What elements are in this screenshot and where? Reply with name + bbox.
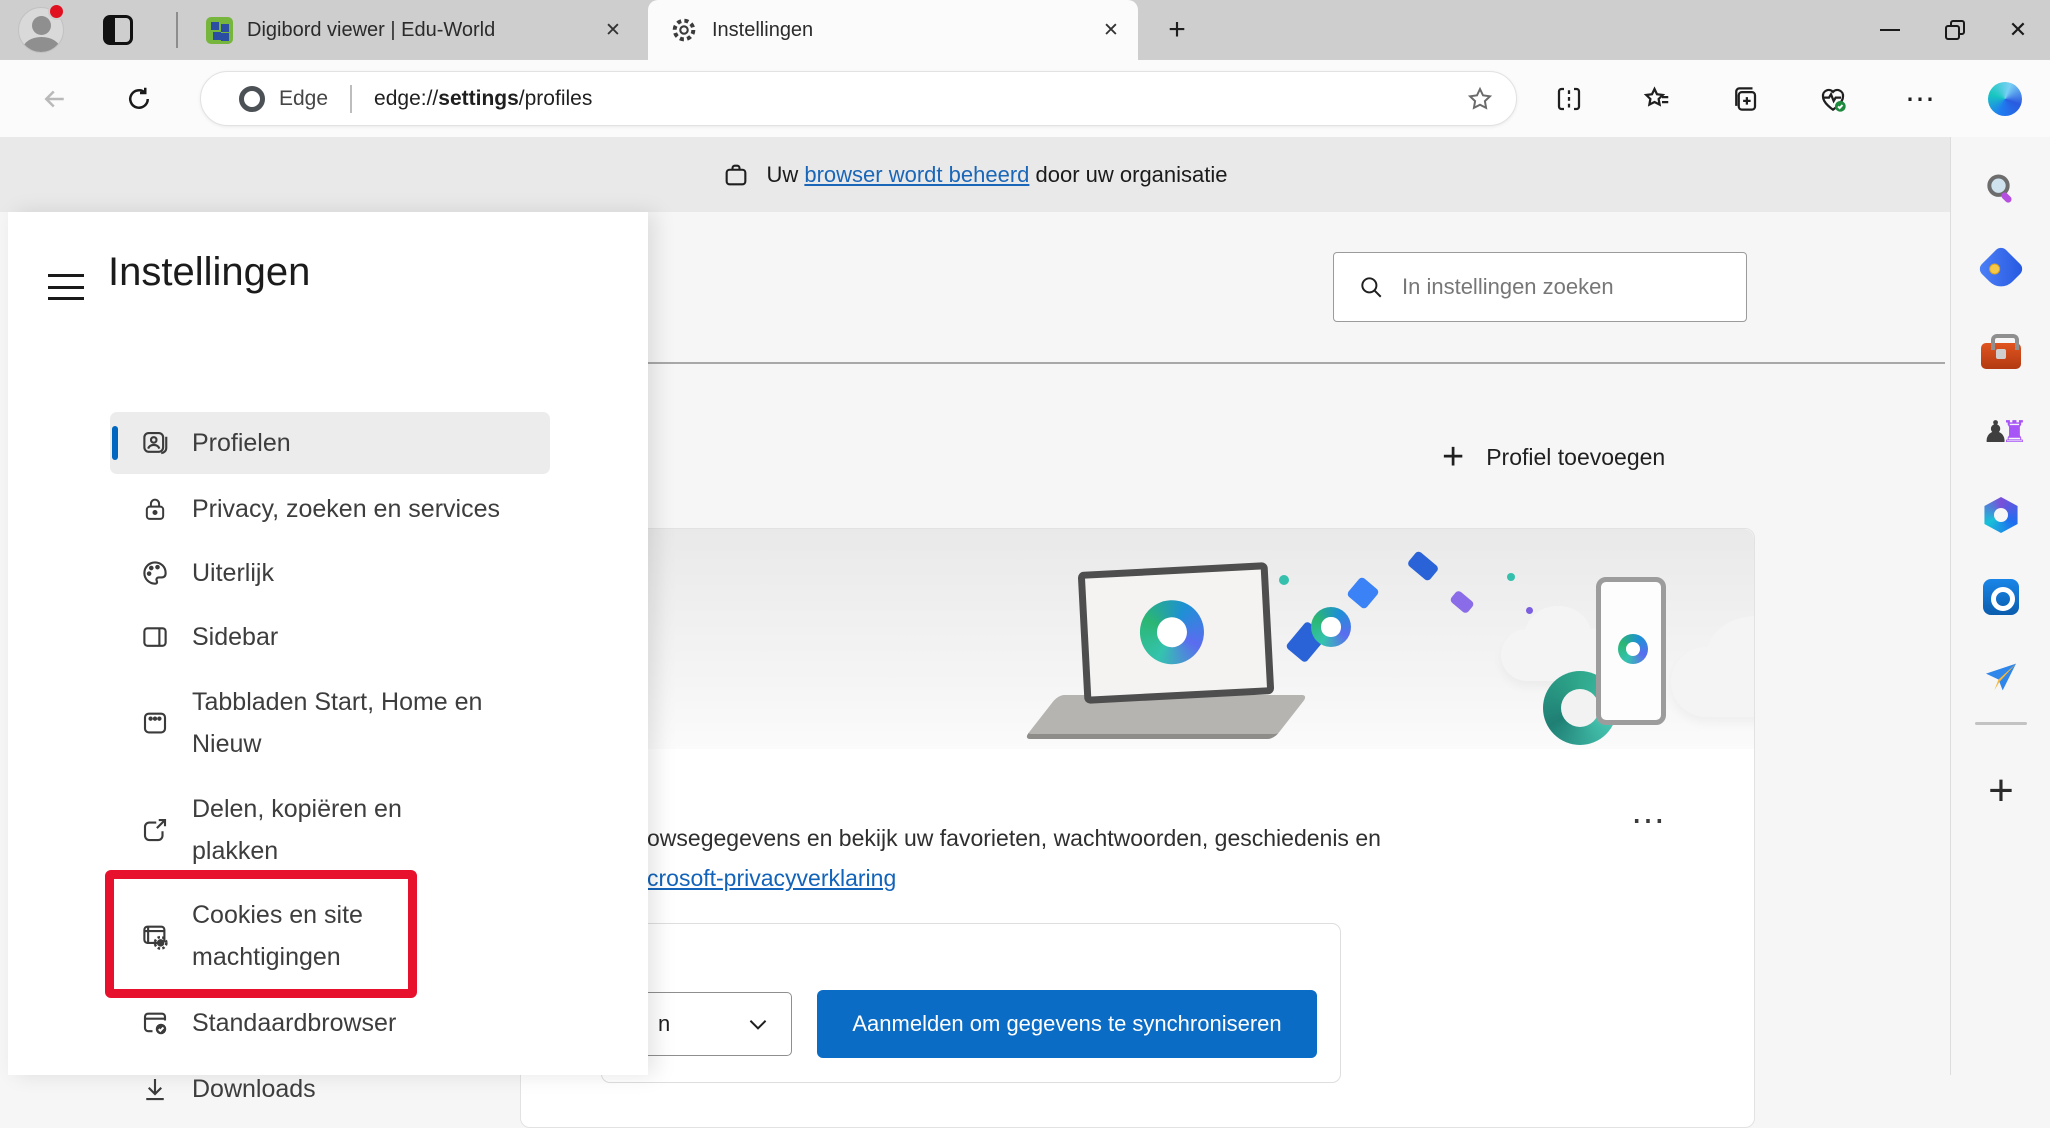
add-profile-label: Profiel toevoegen [1486, 444, 1665, 471]
sidebar-item-privacy[interactable]: Privacy, zoeken en services [110, 478, 550, 540]
privacy-statement-link[interactable]: crosoft-privacyverklaring [647, 865, 896, 892]
managed-banner: Uw browser wordt beheerd door uw organis… [0, 137, 1950, 212]
shopping-icon[interactable] [1977, 245, 2025, 293]
address-bar[interactable]: Edge edge://settings/profiles [200, 71, 1517, 126]
sync-data-graphic [1507, 573, 1515, 581]
toolbox-icon[interactable] [1977, 327, 2025, 375]
search-input[interactable] [1402, 274, 1746, 300]
refresh-icon[interactable] [122, 82, 156, 116]
tab-title: Instellingen [712, 19, 1096, 42]
share-icon [138, 813, 172, 847]
dropdown-value: n [658, 1011, 670, 1037]
briefcase-icon [722, 161, 750, 189]
browser-essentials-icon[interactable] [1816, 82, 1850, 116]
cloud-graphic [1671, 647, 1754, 717]
sidebar-item-cookies[interactable]: Cookies en site machtigingen [110, 884, 550, 988]
laptop-graphic [1024, 695, 1308, 739]
settings-drawer: Instellingen Profielen Privacy, zoeken e… [8, 212, 648, 1075]
tab-instellingen[interactable]: Instellingen ✕ [648, 0, 1138, 60]
lock-icon [138, 492, 172, 526]
games-icon[interactable]: ♟♜ [1977, 409, 2025, 457]
search-icon [1358, 274, 1384, 300]
edge-sidebar: ♟♜ + [1950, 137, 2050, 1075]
window-controls: ✕ [1858, 0, 2050, 60]
close-tab-icon[interactable]: ✕ [598, 15, 628, 45]
copilot-icon[interactable] [1988, 82, 2022, 116]
signin-sync-button[interactable]: Aanmelden om gegevens te synchroniseren [817, 990, 1317, 1058]
downloads-icon [138, 1072, 172, 1106]
tab-title: Digibord viewer | Edu-World [247, 19, 598, 42]
profile-dropdown[interactable]: n [632, 992, 792, 1056]
sync-data-graphic [1346, 576, 1380, 610]
edge-logo-icon [239, 86, 265, 112]
drop-icon[interactable] [1977, 653, 2025, 701]
site-label: Edge [279, 87, 328, 111]
profile-card: ⋯ owsegegevens en bekijk uw favorieten, … [520, 528, 1755, 1128]
profiles-icon [138, 426, 172, 460]
eduworld-favicon [206, 17, 233, 44]
chevron-down-icon [745, 1011, 771, 1037]
sync-data-graphic [1449, 590, 1475, 615]
address-divider [350, 85, 352, 113]
sync-panel: n Aanmelden om gegevens te synchronisere… [601, 923, 1341, 1083]
palette-icon [138, 556, 172, 590]
add-profile-button[interactable]: + Profiel toevoegen [1442, 432, 1665, 482]
laptop-screen-graphic [1078, 562, 1275, 704]
sidebar-item-standaardbrowser[interactable]: Standaardbrowser [110, 992, 550, 1054]
favorite-star-icon[interactable] [1466, 85, 1494, 113]
browser-window: Digibord viewer | Edu-World ✕ Instelling… [0, 0, 2050, 1075]
sidebar-layout-icon [138, 620, 172, 654]
tab-digibord[interactable]: Digibord viewer | Edu-World ✕ [190, 0, 640, 60]
tab-strip: Digibord viewer | Edu-World ✕ Instelling… [0, 0, 2050, 60]
managed-link[interactable]: browser wordt beheerd [804, 162, 1029, 187]
minimize-button[interactable] [1858, 0, 1922, 60]
favorites-icon[interactable] [1640, 82, 1674, 116]
sidebar-item-downloads[interactable]: Downloads [110, 1058, 550, 1120]
restore-button[interactable] [1922, 0, 1986, 60]
sidebar-item-delen[interactable]: Delen, kopiëren en plakken [110, 778, 550, 882]
url-text: edge://settings/profiles [374, 87, 592, 111]
customize-sidebar-button[interactable]: + [1977, 767, 2025, 815]
workspaces-icon[interactable] [103, 15, 133, 45]
sync-data-graphic [1526, 607, 1533, 614]
phone-graphic [1596, 577, 1666, 725]
settings-nav: Profielen Privacy, zoeken en services Ui… [110, 212, 550, 1075]
plus-icon: + [1442, 438, 1464, 476]
managed-banner-text: Uw browser wordt beheerd door uw organis… [766, 162, 1227, 188]
microsoft365-icon[interactable] [1977, 491, 2025, 539]
split-screen-icon[interactable] [1552, 82, 1586, 116]
navigation-bar: Edge edge://settings/profiles ⋯ [0, 60, 2050, 137]
sidebar-item-sidebar[interactable]: Sidebar [110, 606, 550, 668]
gear-icon [670, 16, 698, 44]
settings-search[interactable] [1333, 252, 1747, 322]
sidebar-item-profielen[interactable]: Profielen [110, 412, 550, 474]
site-permissions-icon [138, 919, 172, 953]
back-icon[interactable] [38, 82, 72, 116]
default-browser-icon [138, 1006, 172, 1040]
tab-divider [176, 12, 178, 48]
edge-logo-graphic [1311, 607, 1351, 647]
notification-dot [48, 3, 65, 20]
tabs-icon [138, 706, 172, 740]
more-menu-icon[interactable]: ⋯ [1904, 82, 1938, 116]
outlook-icon[interactable] [1977, 573, 2025, 621]
card-description: owsegegevens en bekijk uw favorieten, wa… [647, 825, 1707, 852]
sidebar-item-uiterlijk[interactable]: Uiterlijk [110, 542, 550, 604]
close-tab-icon[interactable]: ✕ [1096, 15, 1126, 45]
close-window-button[interactable]: ✕ [1986, 0, 2050, 60]
sidebar-search-icon[interactable] [1977, 165, 2025, 213]
sidebar-item-tabbladen[interactable]: Tabbladen Start, Home en Nieuw [110, 670, 550, 776]
sync-illustration [521, 529, 1754, 749]
sync-data-graphic [1406, 550, 1439, 582]
new-tab-button[interactable]: + [1160, 13, 1194, 47]
menu-icon[interactable] [48, 274, 84, 300]
sync-data-graphic [1279, 575, 1289, 585]
collections-icon[interactable] [1728, 82, 1762, 116]
sidebar-divider [1975, 722, 2027, 725]
